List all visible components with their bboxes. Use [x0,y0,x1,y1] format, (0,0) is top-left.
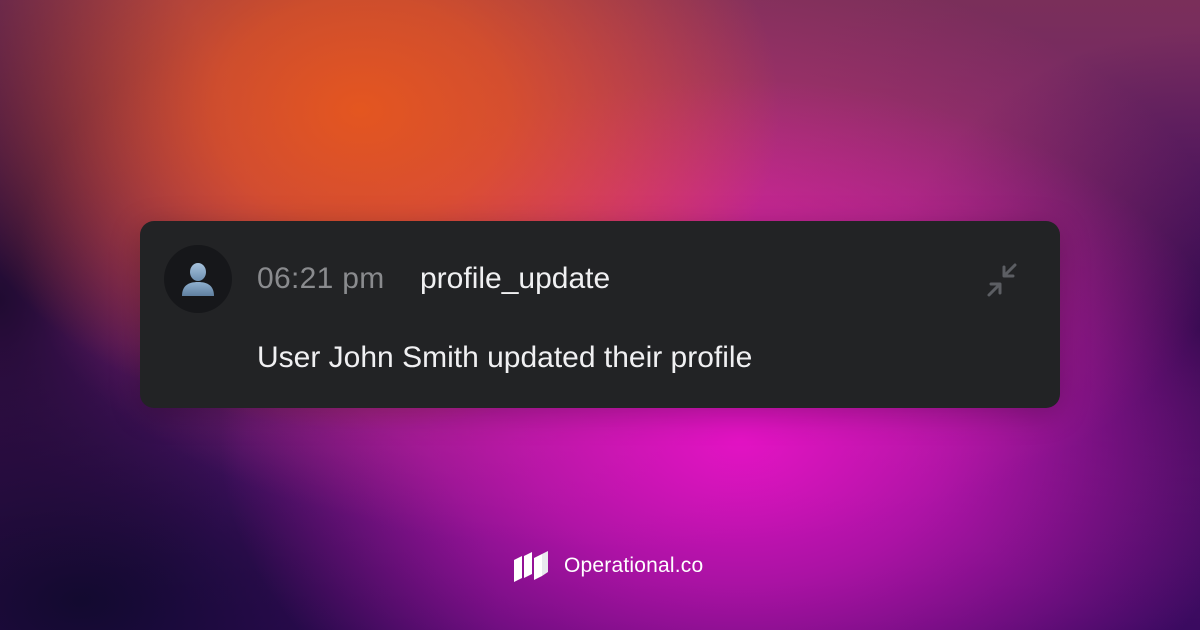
operational-logo-icon [514,551,548,582]
brand-name: Operational.co [564,554,704,577]
notification-message: User John Smith updated their profile [257,341,753,374]
collapse-arrows-icon [987,263,1017,297]
avatar [164,245,232,313]
notification-event-name: profile_update [420,262,611,295]
collapse-button[interactable] [980,258,1024,302]
user-avatar-icon [182,263,214,296]
notification-time: 06:21 pm [257,262,385,295]
notification-card: 06:21 pm profile_update User John Smith … [140,221,1060,408]
brand: Operational.co [512,547,703,585]
